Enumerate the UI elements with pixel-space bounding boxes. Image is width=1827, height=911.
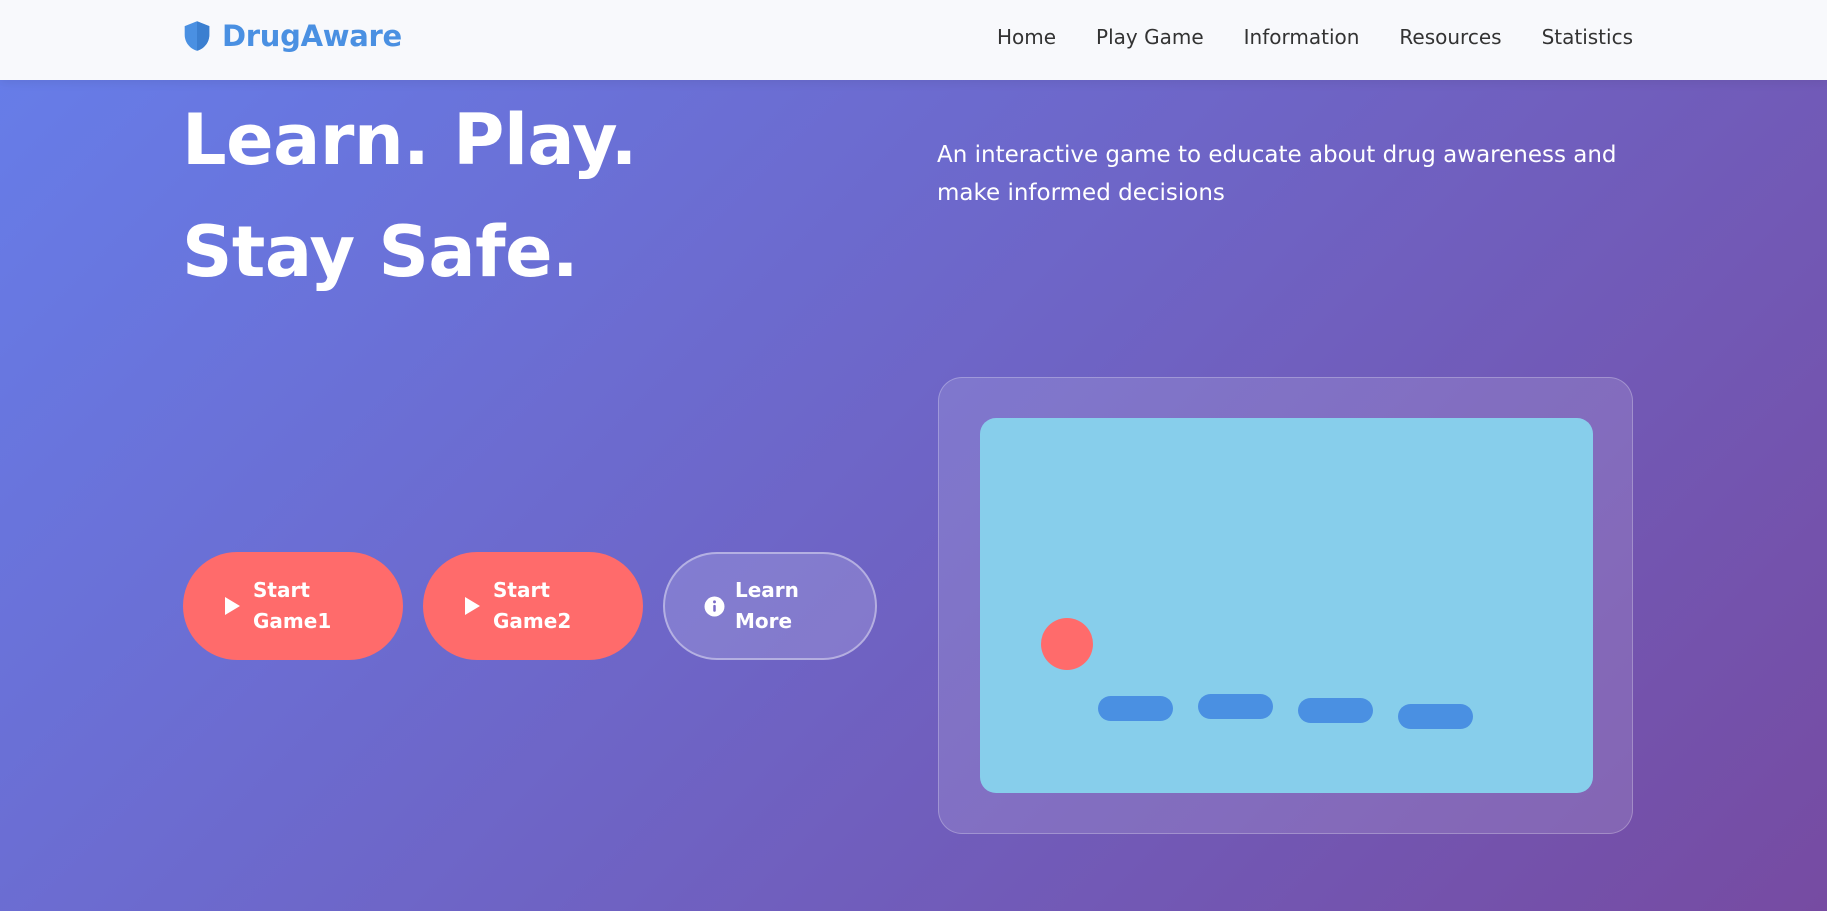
nav-links: Home Play Game Information Resources Sta… bbox=[997, 22, 1633, 52]
hero-title: Learn. Play. Stay Safe. bbox=[182, 99, 637, 293]
nav-link-statistics[interactable]: Statistics bbox=[1542, 25, 1633, 49]
play-icon bbox=[221, 595, 243, 617]
learn-more-button[interactable]: Learn More bbox=[663, 552, 877, 660]
nav-link-resources[interactable]: Resources bbox=[1399, 25, 1501, 49]
brand-name: DrugAware bbox=[222, 19, 402, 53]
platform bbox=[1398, 704, 1473, 729]
platform bbox=[1298, 698, 1373, 723]
start-game1-label: Start Game1 bbox=[253, 578, 332, 633]
start-game2-label: Start Game2 bbox=[493, 578, 572, 633]
learn-more-label: Learn More bbox=[735, 578, 799, 633]
brand-logo[interactable]: DrugAware bbox=[182, 18, 402, 54]
shield-icon bbox=[184, 21, 210, 51]
start-game2-button[interactable]: Start Game2 bbox=[423, 552, 643, 660]
hero-subtitle: An interactive game to educate about dru… bbox=[937, 142, 1617, 206]
nav-link-home[interactable]: Home bbox=[997, 25, 1056, 49]
play-icon bbox=[461, 595, 483, 617]
platform bbox=[1098, 696, 1173, 721]
navbar: DrugAware Home Play Game Information Res… bbox=[0, 0, 1827, 80]
game-preview-screen[interactable] bbox=[980, 418, 1593, 793]
nav-link-play-game[interactable]: Play Game bbox=[1096, 25, 1204, 49]
start-game1-button[interactable]: Start Game1 bbox=[183, 552, 403, 660]
player-ball bbox=[1041, 618, 1093, 670]
platform bbox=[1198, 694, 1273, 719]
nav-link-information[interactable]: Information bbox=[1244, 25, 1360, 49]
info-icon bbox=[703, 595, 725, 617]
game-preview-frame bbox=[938, 377, 1633, 834]
